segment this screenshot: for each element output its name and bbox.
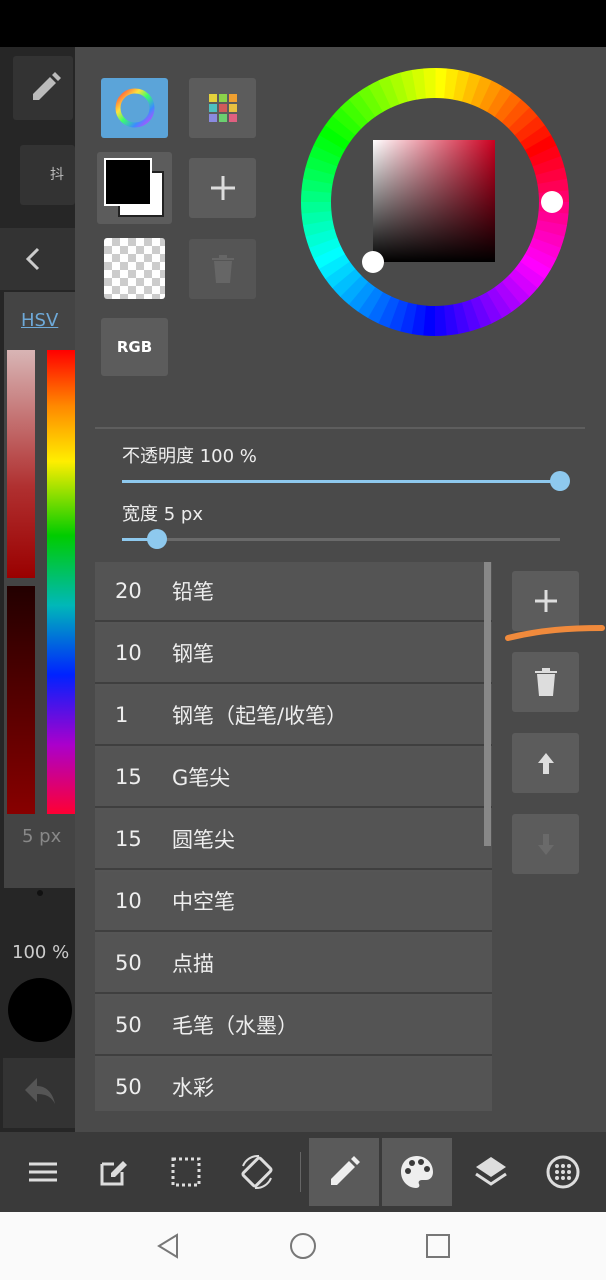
brush-row[interactable]: 10 中空笔 — [95, 872, 492, 932]
brush-row[interactable]: 15 G笔尖 — [95, 748, 492, 808]
brush-tool-button[interactable] — [309, 1138, 379, 1206]
menu-button[interactable] — [8, 1138, 78, 1206]
sv-handle[interactable] — [362, 251, 384, 273]
brush-size: 50 — [115, 1013, 142, 1037]
brush-row[interactable]: 1 钢笔（起笔/收笔） — [95, 686, 492, 746]
brush-size: 1 — [115, 703, 129, 727]
brush-list[interactable]: 20 铅笔 10 钢笔 1 钢笔（起笔/收笔） 15 G笔尖 15 圆笔尖 10 中空笔 5… — [95, 562, 492, 1111]
color-wheel-mode-button[interactable] — [101, 78, 168, 138]
edit-icon — [100, 1161, 127, 1186]
move-brush-down-button[interactable] — [512, 814, 579, 874]
value-overlay — [373, 140, 495, 262]
brush-list-scrollbar[interactable] — [484, 562, 491, 846]
hue-handle[interactable] — [541, 191, 563, 213]
brush-name: 圆笔尖 — [172, 828, 235, 852]
edit-button[interactable] — [79, 1138, 149, 1206]
hue-bar[interactable] — [47, 350, 75, 814]
fg-bg-color-swatch[interactable] — [97, 152, 172, 224]
brush-size: 15 — [115, 765, 142, 789]
value-bar[interactable] — [7, 586, 35, 814]
brush-size: 50 — [115, 1075, 142, 1099]
width-label: 宽度 5 px — [122, 504, 203, 525]
chevron-left-icon — [25, 247, 40, 271]
left-tab-label[interactable]: 抖音 — [20, 145, 75, 205]
selection-icon — [171, 1157, 201, 1187]
palette-icon — [401, 1156, 433, 1188]
brush-size: 10 — [115, 641, 142, 665]
color-button[interactable] — [382, 1138, 452, 1206]
pencil-icon — [331, 1156, 360, 1185]
arrow-up-icon — [537, 753, 554, 774]
delete-brush-button[interactable] — [512, 652, 579, 712]
layers-button[interactable] — [456, 1138, 526, 1206]
brush-row[interactable]: 50 点描 — [95, 934, 492, 994]
brush-size: 15 — [115, 827, 142, 851]
hue-ring-picker[interactable] — [301, 68, 569, 336]
opacity-slider-fill — [122, 480, 560, 483]
plus-icon — [534, 590, 557, 612]
rgb-mode-button[interactable]: RGB — [101, 318, 168, 376]
brush-size: 10 — [115, 889, 142, 913]
brush-size-readout: 5 px — [22, 826, 62, 847]
saturation-bar[interactable] — [7, 350, 35, 578]
brush-name: 钢笔 — [172, 642, 214, 666]
width-slider-track[interactable] — [122, 538, 560, 541]
nav-home-button[interactable] — [285, 1228, 321, 1264]
color-palette-grid-button[interactable] — [189, 78, 256, 138]
rotate-canvas-button[interactable] — [222, 1138, 292, 1206]
brush-name: 中空笔 — [172, 890, 235, 914]
brush-name: 钢笔（起笔/收笔） — [172, 704, 348, 728]
status-bar — [0, 0, 606, 47]
panel-divider — [95, 427, 585, 429]
nav-back-button[interactable] — [150, 1228, 186, 1264]
back-triangle-icon — [157, 1233, 178, 1259]
brush-name: 毛笔（水墨） — [172, 1014, 298, 1038]
transparent-color-button[interactable] — [104, 238, 165, 299]
material-button[interactable] — [528, 1138, 598, 1206]
selection-button[interactable] — [151, 1138, 221, 1206]
recents-square-icon — [426, 1234, 450, 1258]
trash-icon — [534, 668, 557, 696]
left-pencil-button[interactable] — [13, 56, 73, 120]
brush-row[interactable]: 15 圆笔尖 — [95, 810, 492, 870]
arrow-down-icon — [537, 834, 554, 855]
brush-row[interactable]: 50 毛笔（水墨） — [95, 996, 492, 1056]
palette-grid-icon — [208, 94, 237, 122]
width-slider-knob[interactable] — [147, 529, 168, 549]
pencil-icon — [33, 72, 61, 100]
orange-annotation-stroke — [505, 625, 605, 641]
collapse-button[interactable] — [0, 228, 75, 290]
color-wheel-icon — [115, 88, 154, 128]
size-preview-dot — [37, 890, 43, 896]
trash-icon — [211, 255, 234, 283]
nav-recents-button[interactable] — [420, 1228, 456, 1264]
layers-icon — [475, 1157, 507, 1186]
brush-size: 50 — [115, 951, 142, 975]
delete-color-button[interactable] — [189, 239, 256, 299]
brush-size: 20 — [115, 579, 142, 603]
undo-icon — [25, 1078, 55, 1104]
current-color-swatch[interactable] — [8, 978, 72, 1042]
move-brush-up-button[interactable] — [512, 733, 579, 793]
toolbar-separator — [300, 1152, 301, 1192]
opacity-slider-knob[interactable] — [550, 471, 570, 491]
color-mode-link[interactable]: HSV — [21, 310, 58, 331]
opacity-label: 不透明度 100 % — [122, 446, 257, 467]
material-icon — [546, 1155, 580, 1189]
plus-icon — [210, 176, 235, 200]
rotate-icon — [241, 1154, 273, 1190]
brush-name: 铅笔 — [172, 580, 214, 604]
brush-row[interactable]: 10 钢笔 — [95, 624, 492, 684]
fg-bg-swatch-icon — [104, 158, 164, 217]
brush-row[interactable]: 20 铅笔 — [95, 562, 492, 622]
menu-icon — [29, 1162, 57, 1182]
brush-row[interactable]: 50 水彩 — [95, 1058, 492, 1111]
brush-name: 点描 — [172, 952, 214, 976]
add-color-button[interactable] — [189, 158, 256, 218]
brush-name: G笔尖 — [172, 766, 231, 790]
brush-name: 水彩 — [172, 1076, 214, 1100]
opacity-readout: 100 % — [12, 942, 70, 963]
undo-button[interactable] — [3, 1058, 75, 1128]
home-circle-icon — [290, 1233, 316, 1259]
